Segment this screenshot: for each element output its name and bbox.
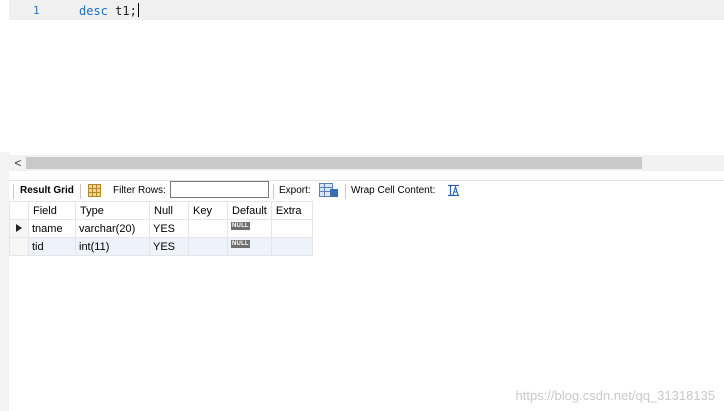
horizontal-scrollbar[interactable]: < [9,155,724,171]
column-header-key[interactable]: Key [188,201,228,220]
cell-null[interactable]: YES [149,237,189,256]
cell-type[interactable]: int(11) [75,237,150,256]
result-grid-tab[interactable]: Result Grid [20,185,74,196]
sql-keyword: desc [79,4,108,18]
column-header-type[interactable]: Type [75,201,150,220]
cell-extra[interactable] [270,219,313,238]
export-icon[interactable] [319,183,339,198]
line-number: 1 [33,4,40,17]
cell-default[interactable]: NULL [227,237,272,256]
table-header-row: Field Type Null Key Default Extra [9,201,313,220]
row-selector-header [9,201,29,220]
grid-view-icon[interactable] [88,184,101,197]
wrap-text-icon[interactable] [447,184,460,197]
toolbar-separator [13,184,14,199]
cell-type[interactable]: varchar(20) [75,219,150,238]
filter-rows-input[interactable] [170,181,269,198]
cell-key[interactable] [188,219,228,238]
null-badge: NULL [231,239,250,248]
cell-null[interactable]: YES [149,219,189,238]
filter-rows-label: Filter Rows: [113,185,166,196]
scroll-left-arrow-icon[interactable]: < [11,155,25,171]
row-selector[interactable] [9,237,29,256]
result-grid-table[interactable]: Field Type Null Key Default Extra tname … [9,201,313,256]
column-header-default[interactable]: Default [227,201,272,220]
sql-code-rest: t1; [107,4,137,18]
export-label: Export: [279,185,311,196]
column-header-extra[interactable]: Extra [270,201,313,220]
text-caret [137,3,139,17]
watermark: https://blog.csdn.net/qq_31318135 [515,388,716,403]
column-header-field[interactable]: Field [28,201,76,220]
cell-extra[interactable] [270,237,313,256]
table-row[interactable]: tid int(11) YES NULL [9,237,313,256]
current-row-arrow-icon [16,223,22,232]
table-row[interactable]: tname varchar(20) YES NULL [9,219,313,238]
wrap-cell-content-label: Wrap Cell Content: [351,185,436,196]
toolbar-separator [80,184,81,199]
cell-key[interactable] [188,237,228,256]
cell-field[interactable]: tid [28,237,76,256]
toolbar-separator [273,184,274,199]
row-selector[interactable] [9,219,29,238]
toolbar-separator [345,184,346,199]
column-header-null[interactable]: Null [149,201,189,220]
null-badge: NULL [231,221,250,230]
cell-field[interactable]: tname [28,219,76,238]
result-toolbar: Result Grid Filter Rows: Export: Wrap Ce… [9,180,724,201]
sql-editor[interactable]: 1 desc t1; [0,0,724,152]
scrollbar-thumb[interactable] [26,157,642,169]
cell-default[interactable]: NULL [227,219,272,238]
sql-code[interactable]: desc t1; [79,3,139,18]
